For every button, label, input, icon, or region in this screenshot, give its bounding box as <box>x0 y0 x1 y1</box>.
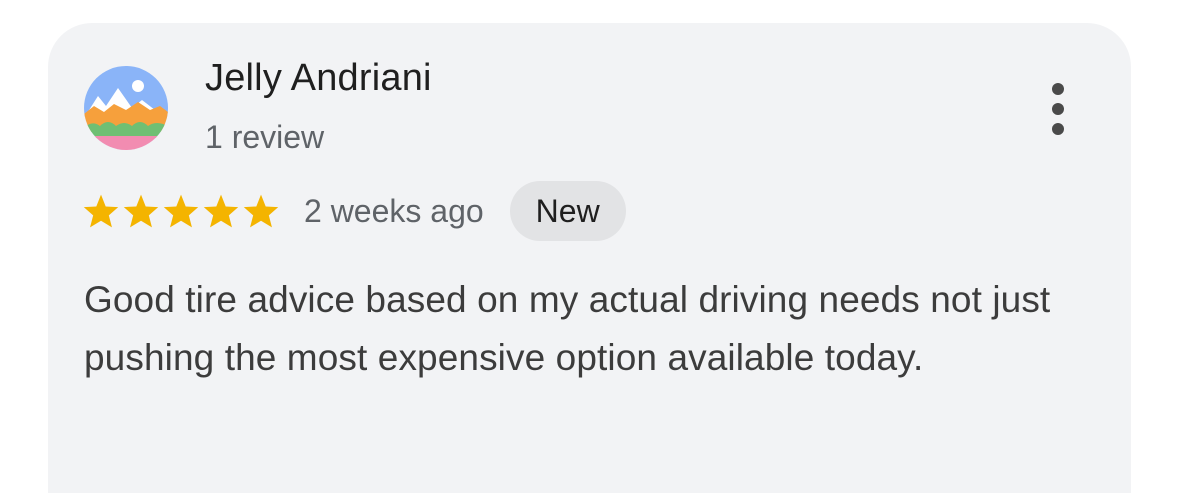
author-name[interactable]: Jelly Andriani <box>205 57 432 100</box>
review-text: Good tire advice based on my actual driv… <box>84 279 1051 378</box>
more-options-button[interactable] <box>1036 81 1084 137</box>
review-card: Jelly Andriani 1 review 2 weeks ago New … <box>48 23 1131 493</box>
new-badge: New <box>509 181 626 241</box>
star-icon <box>162 193 200 229</box>
rating-row: 2 weeks ago New <box>82 181 626 241</box>
author-review-count: 1 review <box>205 119 325 155</box>
star-icon <box>82 193 120 229</box>
review-time: 2 weeks ago <box>304 192 484 229</box>
star-icon <box>242 193 280 229</box>
star-icon <box>202 193 240 229</box>
mountain-landscape-avatar-icon <box>84 66 168 150</box>
author-avatar[interactable] <box>84 66 168 150</box>
star-rating <box>82 193 280 229</box>
star-icon <box>122 193 160 229</box>
